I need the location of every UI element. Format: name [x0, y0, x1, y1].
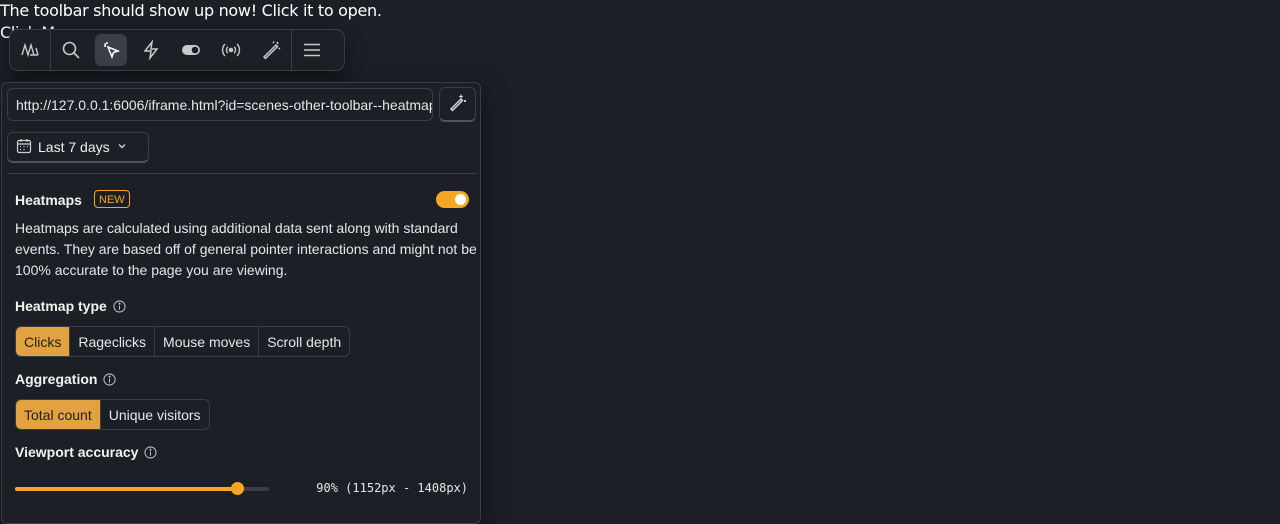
feature-flag-toggle-icon[interactable] — [175, 34, 207, 66]
actions-bolt-icon[interactable] — [135, 34, 167, 66]
chevron-down-icon — [116, 139, 128, 155]
heatmap-type-selector: Clicks Rageclicks Mouse moves Scroll depth — [15, 326, 351, 357]
date-range-button[interactable]: Last 7 days — [7, 132, 149, 163]
date-range-label: Last 7 days — [38, 139, 110, 155]
info-icon[interactable] — [103, 372, 117, 386]
heatmap-type-option-mouse-moves[interactable]: Mouse moves — [154, 327, 258, 356]
host-instruction-text: The toolbar should show up now! Click it… — [0, 1, 382, 20]
aggregation-label: Aggregation — [15, 371, 117, 387]
aggregation-option-total-count[interactable]: Total count — [16, 400, 100, 429]
heatmap-type-option-rageclicks[interactable]: Rageclicks — [69, 327, 154, 356]
magic-wand-icon — [448, 92, 468, 117]
heatmaps-description: Heatmaps are calculated using additional… — [15, 220, 477, 278]
toolbar — [10, 30, 344, 70]
heatmap-type-option-clicks[interactable]: Clicks — [16, 327, 70, 356]
heatmap-cursor-icon[interactable] — [95, 34, 127, 66]
heatmap-type-option-scroll-depth[interactable]: Scroll depth — [258, 327, 349, 356]
url-input[interactable]: http://127.0.0.1:6006/iframe.html?id=sce… — [7, 88, 433, 121]
aggregation-label-text: Aggregation — [15, 371, 98, 387]
info-icon[interactable] — [113, 299, 126, 313]
slider-fill — [15, 487, 238, 491]
heatmaps-toggle[interactable] — [436, 191, 469, 208]
info-icon[interactable] — [144, 445, 158, 459]
toolbar-divider — [291, 30, 292, 70]
viewport-accuracy-readout: 90% (1152px - 1408px) — [316, 481, 468, 495]
broadcast-icon[interactable] — [215, 34, 247, 66]
aggregation-selector: Total count Unique visitors — [15, 399, 210, 430]
heatmaps-title: Heatmaps — [15, 192, 82, 208]
slider-thumb[interactable] — [231, 482, 245, 495]
menu-icon[interactable] — [296, 34, 328, 66]
aggregation-option-unique-visitors[interactable]: Unique visitors — [99, 400, 209, 429]
heatmap-type-label: Heatmap type — [15, 298, 126, 314]
toolbar-divider — [50, 30, 51, 70]
heatmap-type-label-text: Heatmap type — [15, 298, 107, 314]
toggle-knob — [455, 194, 466, 205]
viewport-accuracy-label-text: Viewport accuracy — [15, 444, 139, 460]
search-icon[interactable] — [55, 34, 87, 66]
viewport-accuracy-label: Viewport accuracy — [15, 444, 158, 460]
calendar-icon — [16, 138, 32, 157]
heatmap-panel: http://127.0.0.1:6006/iframe.html?id=sce… — [1, 82, 481, 524]
viewport-accuracy-slider[interactable] — [15, 482, 269, 495]
magic-wand-button[interactable] — [439, 87, 476, 122]
section-divider — [7, 173, 477, 174]
magic-wand-icon[interactable] — [255, 34, 287, 66]
logo-icon[interactable] — [14, 34, 46, 66]
new-badge: NEW — [94, 190, 130, 208]
